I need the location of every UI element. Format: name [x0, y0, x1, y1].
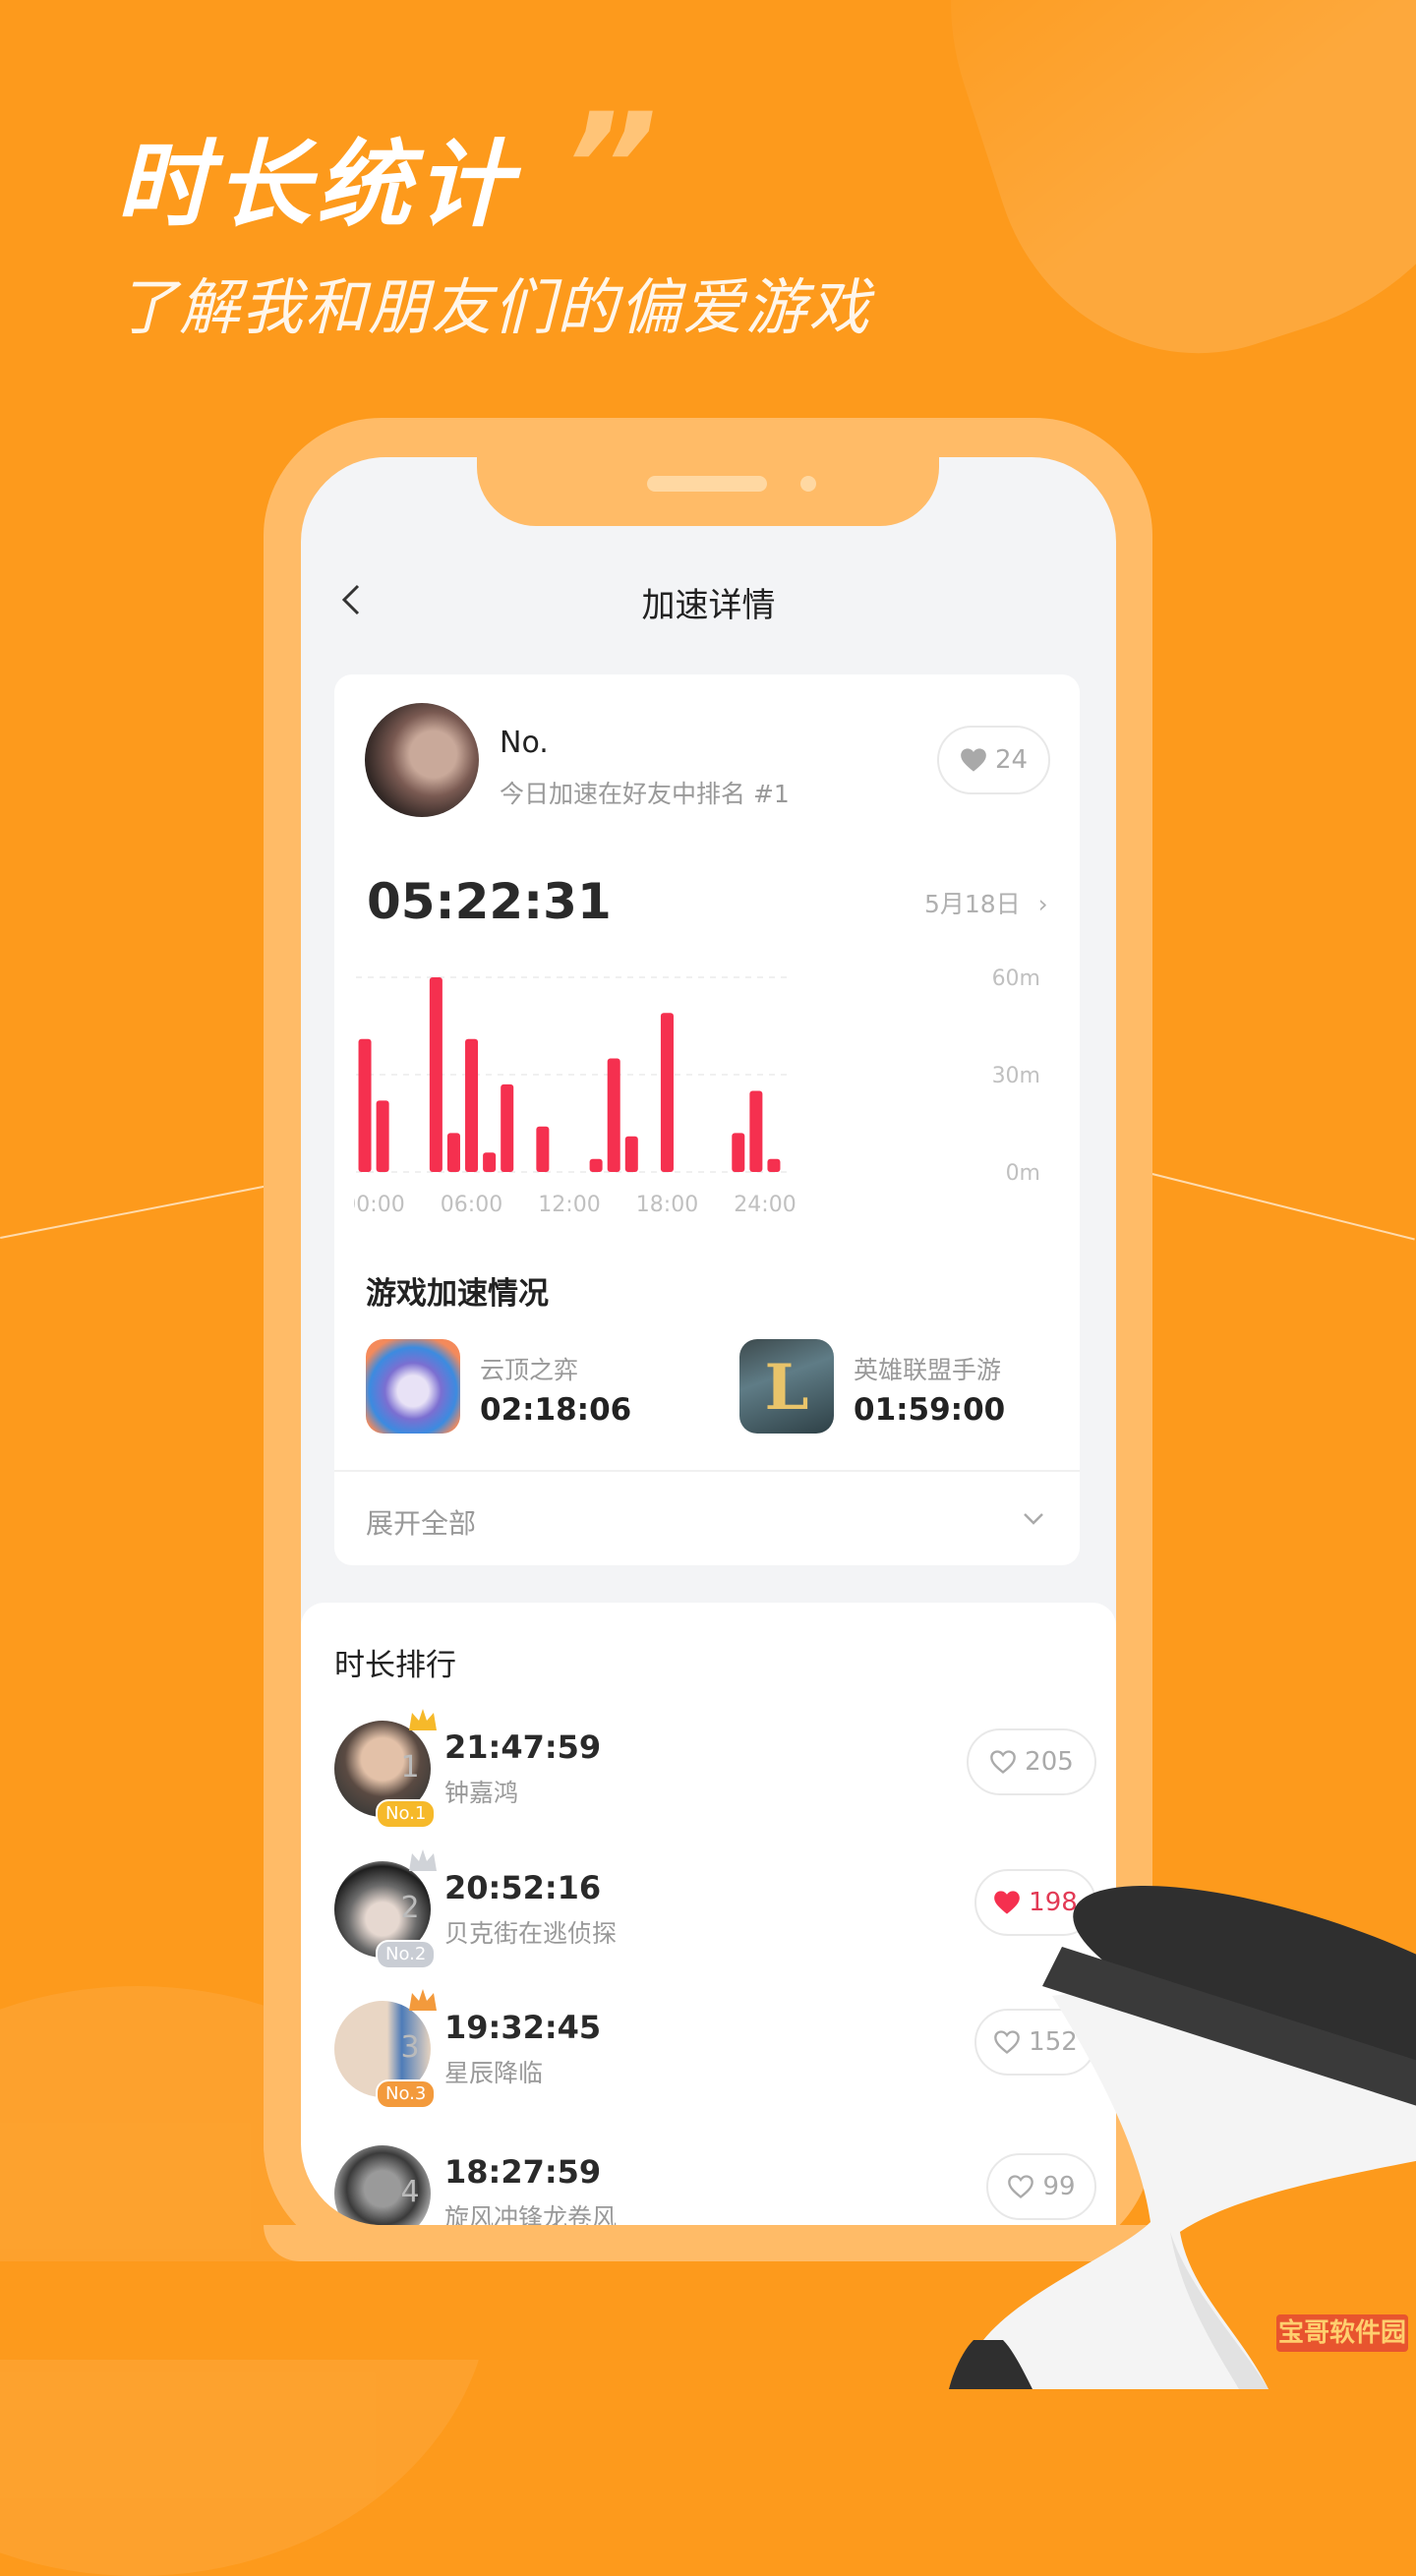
game-name: 云顶之弈 — [480, 1356, 579, 1384]
decorative-line — [1151, 1173, 1415, 1241]
rank-badge: No.1 — [376, 1799, 437, 1829]
date-label: 5月18日 — [924, 890, 1021, 918]
rank-name: 星辰降临 — [444, 2059, 544, 2087]
chart-bar[interactable] — [501, 1083, 514, 1172]
camera-icon — [800, 476, 816, 492]
chart-bar[interactable] — [376, 1100, 389, 1172]
x-tick-label: 18:00 — [636, 1193, 698, 1217]
game-name: 英雄联盟手游 — [854, 1356, 1002, 1384]
chart-bar[interactable] — [446, 1133, 460, 1172]
crown-icon — [409, 1709, 437, 1730]
chart-bar[interactable] — [660, 1013, 674, 1172]
x-tick-label: 12:00 — [538, 1193, 600, 1217]
ranking-row[interactable]: No.1 1 21:47:59 钟嘉鸿 205 — [301, 1709, 1116, 1848]
user-name: No. — [500, 726, 549, 760]
rank-number: 3 — [400, 2030, 420, 2065]
crown-icon — [409, 1849, 437, 1871]
chart-bar[interactable] — [607, 1058, 620, 1173]
rank-number: 1 — [400, 1750, 420, 1785]
games-section-title: 游戏加速情况 — [366, 1276, 549, 1312]
rank-name: 贝克街在逃侦探 — [444, 1919, 618, 1948]
date-selector[interactable]: 5月18日 › — [924, 885, 1048, 920]
user-avatar[interactable] — [365, 703, 479, 817]
background-blob — [885, 0, 1416, 405]
chart-bar[interactable] — [536, 1126, 550, 1172]
heart-outline-icon — [990, 1750, 1017, 1774]
rank-badge: No.3 — [376, 2079, 437, 2109]
divider — [334, 1470, 1080, 1472]
lol-letter: L — [764, 1351, 809, 1425]
rank-time: 21:47:59 — [444, 1728, 602, 1766]
like-button[interactable]: 24 — [937, 726, 1050, 794]
tft-game-icon[interactable] — [366, 1339, 460, 1434]
y-tick-label: 0m — [1006, 1161, 1040, 1186]
phone-notch — [477, 457, 939, 526]
x-tick-label: 06:00 — [441, 1193, 502, 1217]
hourglass-icon — [949, 1886, 1416, 2389]
x-tick-label: 00:00 — [354, 1193, 405, 1217]
quote-mark-icon: ” — [562, 83, 658, 254]
chart-bar[interactable] — [465, 1038, 479, 1172]
chart-bar[interactable] — [732, 1133, 745, 1172]
chart-bar[interactable] — [358, 1038, 372, 1172]
ranking-title: 时长排行 — [334, 1648, 456, 1683]
rank-time: 19:32:45 — [444, 2009, 602, 2046]
rank-number: 4 — [400, 2175, 420, 2209]
x-tick-label: 24:00 — [734, 1193, 796, 1217]
heart-icon — [961, 748, 986, 772]
chart-bar[interactable] — [483, 1152, 497, 1172]
chart-bar[interactable] — [749, 1090, 763, 1173]
crown-icon — [409, 1989, 437, 2011]
game-time: 02:18:06 — [480, 1392, 632, 1428]
hero-subtitle: 了解我和朋友们的偏爱游戏 — [116, 271, 872, 343]
lol-game-icon[interactable]: L — [739, 1339, 834, 1434]
speaker-icon — [647, 476, 767, 492]
like-button[interactable]: 205 — [967, 1728, 1096, 1795]
y-tick-label: 30m — [992, 1064, 1040, 1088]
page-title: 加速详情 — [641, 586, 776, 625]
rank-name: 钟嘉鸿 — [444, 1779, 519, 1807]
decorative-line — [0, 1185, 266, 1239]
chart-bar[interactable] — [624, 1136, 638, 1172]
chevron-down-icon[interactable] — [1021, 1506, 1046, 1532]
hero-title: 时长统计 — [116, 130, 517, 240]
like-count: 205 — [1025, 1747, 1074, 1777]
rank-time: 20:52:16 — [444, 1869, 602, 1906]
rank-time: 18:27:59 — [444, 2153, 602, 2191]
game-time: 01:59:00 — [854, 1392, 1006, 1428]
rank-badge: No.2 — [376, 1940, 437, 1969]
chevron-right-icon: › — [1037, 890, 1048, 918]
watermark: 宝哥软件园 — [1276, 2314, 1408, 2352]
chart-bar[interactable] — [429, 977, 442, 1172]
hourly-bar-chart: 0m 30m 60m 00:00 06:00 12:00 18:00 24:00 — [354, 966, 1040, 1217]
y-tick-label: 60m — [992, 966, 1040, 991]
like-count: 24 — [994, 745, 1029, 775]
chart-bar[interactable] — [589, 1158, 603, 1172]
user-rank-subtitle: 今日加速在好友中排名 #1 — [500, 780, 790, 808]
expand-all-button[interactable]: 展开全部 — [366, 1502, 476, 1542]
rank-number: 2 — [400, 1891, 420, 1925]
total-time: 05:22:31 — [367, 873, 612, 930]
chart-bar[interactable] — [767, 1158, 781, 1172]
